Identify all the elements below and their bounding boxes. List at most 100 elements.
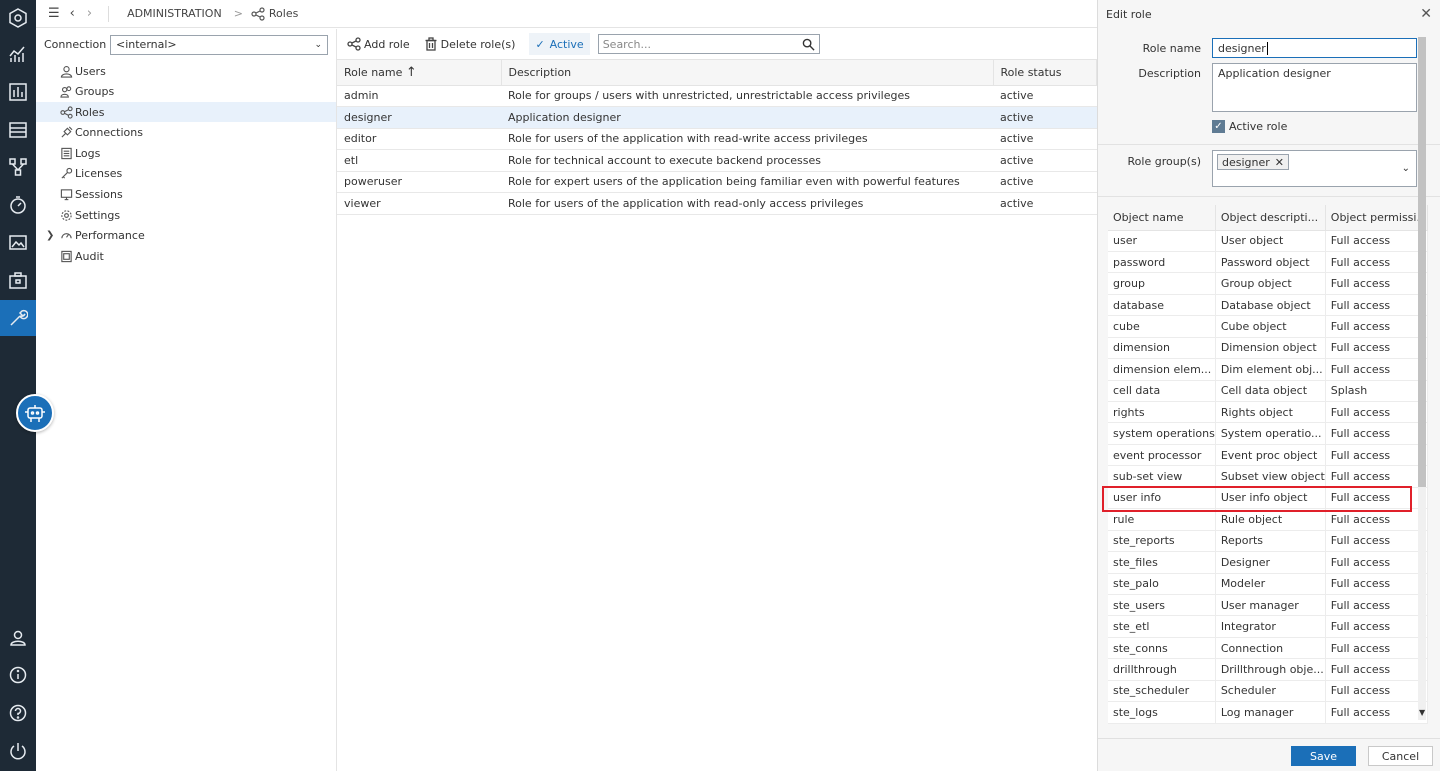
object-row[interactable]: event processor Event proc object Full acc… xyxy=(1108,444,1428,467)
object-row[interactable]: ste_users User manager Full access xyxy=(1108,594,1428,617)
remove-chip-icon[interactable]: ✕ xyxy=(1275,156,1284,169)
power-icon[interactable] xyxy=(0,733,36,769)
table-row[interactable]: viewer Role for users of the application … xyxy=(337,192,1097,215)
analytics-icon[interactable] xyxy=(0,36,36,72)
object-description-cell: Designer xyxy=(1215,551,1326,574)
col-role-name[interactable]: Role name ↑ xyxy=(337,60,502,86)
object-row[interactable]: ste_scheduler Scheduler Full access xyxy=(1108,680,1428,703)
connection-row: Connection <internal> ⌄ xyxy=(36,29,336,60)
share-icon xyxy=(58,105,74,119)
tree-item-logs[interactable]: Logs xyxy=(36,143,336,163)
object-row[interactable]: dimension Dimension object Full access xyxy=(1108,337,1428,360)
table-row[interactable]: editor Role for users of the application … xyxy=(337,128,1097,150)
object-permission-cell: Full access xyxy=(1325,680,1428,703)
breadcrumb-administration[interactable]: ADMINISTRATION xyxy=(127,7,222,20)
delete-roles-button[interactable]: Delete role(s) xyxy=(424,37,516,51)
tree-item-licenses[interactable]: Licenses xyxy=(36,163,336,183)
connection-select[interactable]: <internal> ⌄ xyxy=(110,34,328,55)
menu-icon[interactable]: ☰ xyxy=(48,6,60,21)
tree-item-sessions[interactable]: Sessions xyxy=(36,184,336,204)
object-row[interactable]: cell data Cell data object Splash xyxy=(1108,380,1428,403)
scroll-down-icon[interactable]: ▼ xyxy=(1419,708,1425,717)
object-row[interactable]: ste_conns Connection Full access xyxy=(1108,637,1428,660)
object-row[interactable]: user User object Full access xyxy=(1108,230,1428,252)
vertical-scrollbar[interactable] xyxy=(1418,37,1426,720)
col-object-permission[interactable]: Object permissi... xyxy=(1325,205,1428,231)
tree-item-settings[interactable]: Settings xyxy=(36,205,336,225)
description-textarea[interactable]: Application designer xyxy=(1212,63,1417,112)
save-button[interactable]: Save xyxy=(1291,746,1356,766)
info-icon[interactable] xyxy=(0,657,36,693)
object-row[interactable]: group Group object Full access xyxy=(1108,272,1428,295)
tree-item-users[interactable]: Users xyxy=(36,61,336,81)
role-description-cell: Role for users of the application with r… xyxy=(501,192,993,215)
delete-roles-label: Delete role(s) xyxy=(440,37,516,51)
role-name-input[interactable]: designer xyxy=(1212,38,1417,58)
cancel-button[interactable]: Cancel xyxy=(1368,746,1433,766)
tree-item-performance[interactable]: ❯ Performance xyxy=(36,225,336,245)
object-row[interactable]: ste_etl Integrator Full access xyxy=(1108,615,1428,638)
object-permission-cell: Full access xyxy=(1325,401,1428,424)
object-row[interactable]: rights Rights object Full access xyxy=(1108,401,1428,424)
tree-item-audit[interactable]: Audit xyxy=(36,246,336,266)
active-filter-toggle[interactable]: ✓ Active xyxy=(529,33,590,55)
chevron-down-icon[interactable]: ⌄ xyxy=(1402,163,1410,174)
object-row[interactable]: ste_logs Log manager Full access xyxy=(1108,701,1428,724)
active-role-checkbox[interactable]: ✓ Active role xyxy=(1212,120,1287,133)
object-row[interactable]: rule Rule object Full access xyxy=(1108,508,1428,531)
user-icon[interactable] xyxy=(0,620,36,656)
assistant-robot-icon[interactable] xyxy=(16,394,54,432)
tools-icon[interactable] xyxy=(0,300,36,336)
col-object-description[interactable]: Object descripti... xyxy=(1215,205,1326,231)
role-status-cell: active xyxy=(993,149,1097,172)
object-row[interactable]: drillthrough Drillthrough obje... Full acc… xyxy=(1108,658,1428,681)
object-description-cell: Password object xyxy=(1215,251,1326,274)
object-row[interactable]: database Database object Full access xyxy=(1108,294,1428,317)
modeler-icon[interactable] xyxy=(0,149,36,185)
col-role-status[interactable]: Role status xyxy=(993,60,1097,86)
briefcase-icon[interactable] xyxy=(0,262,36,298)
object-row[interactable]: password Password object Full access xyxy=(1108,251,1428,274)
col-object-name[interactable]: Object name xyxy=(1108,205,1216,231)
object-row[interactable]: sub-set view Subset view object Full acces… xyxy=(1108,465,1428,488)
table-row[interactable]: etl Role for technical account to execute… xyxy=(337,149,1097,172)
tree-item-groups[interactable]: Groups xyxy=(36,81,336,101)
table-row[interactable]: poweruser Role for expert users of the ap… xyxy=(337,171,1097,193)
role-name-cell: editor xyxy=(337,128,501,150)
search-icon[interactable] xyxy=(802,38,815,51)
object-row[interactable]: ste_files Designer Full access xyxy=(1108,551,1428,574)
object-name-cell: dimension xyxy=(1108,337,1216,360)
object-row[interactable]: ste_reports Reports Full access xyxy=(1108,530,1428,553)
table-row[interactable]: admin Role for groups / users with unrest… xyxy=(337,85,1097,107)
help-icon[interactable] xyxy=(0,695,36,731)
app-rail xyxy=(0,0,36,771)
table-row-selected[interactable]: designer Application designer active xyxy=(337,106,1097,129)
col-description[interactable]: Description xyxy=(501,60,994,86)
object-description-cell: Cube object xyxy=(1215,315,1326,338)
back-icon[interactable]: ‹ xyxy=(70,6,75,21)
chevron-right-icon[interactable]: ❯ xyxy=(46,230,54,241)
tree-item-connections[interactable]: Connections xyxy=(36,122,336,142)
tree-item-roles[interactable]: Roles xyxy=(36,102,336,122)
role-groups-multiselect[interactable]: designer ✕ ⌄ xyxy=(1212,150,1417,187)
object-description-cell: Cell data object xyxy=(1215,380,1326,403)
scheduler-icon[interactable] xyxy=(0,187,36,223)
role-name-cell: poweruser xyxy=(337,171,501,193)
object-row[interactable]: system operations System operatio... Full … xyxy=(1108,422,1428,445)
report-icon[interactable] xyxy=(0,74,36,110)
scrollbar-thumb[interactable] xyxy=(1418,37,1426,487)
role-name-cell: admin xyxy=(337,85,501,107)
add-role-button[interactable]: Add role xyxy=(347,37,410,51)
close-icon[interactable]: ✕ xyxy=(1420,6,1432,22)
role-description-cell: Role for groups / users with unrestricte… xyxy=(501,85,993,107)
list-icon[interactable] xyxy=(0,112,36,148)
object-description-cell: Log manager xyxy=(1215,701,1326,724)
hexagon-icon[interactable] xyxy=(0,0,36,36)
search-input[interactable]: Search... xyxy=(597,34,820,54)
object-row[interactable]: ste_palo Modeler Full access xyxy=(1108,573,1428,595)
gallery-icon[interactable] xyxy=(0,224,36,260)
object-row[interactable]: cube Cube object Full access xyxy=(1108,315,1428,338)
object-row[interactable]: user info User info object Full access xyxy=(1108,487,1428,510)
object-row[interactable]: dimension elem... Dim element obj... Full … xyxy=(1108,358,1428,381)
forward-icon[interactable]: › xyxy=(87,6,92,21)
